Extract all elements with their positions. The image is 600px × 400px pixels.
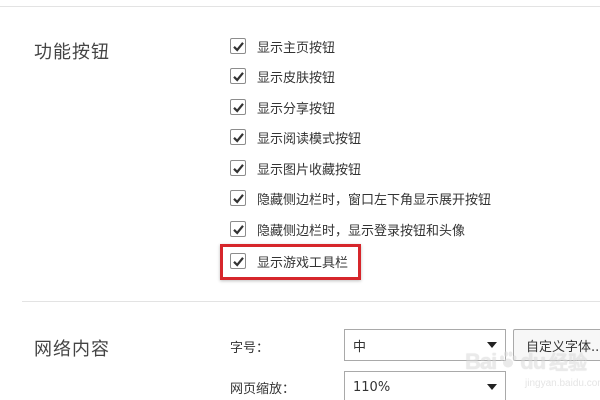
option-sidebar-expand-button[interactable]: 隐藏侧边栏时，窗口左下角显示展开按钮 (230, 187, 491, 209)
section-title-web-content: 网络内容 (34, 339, 110, 360)
watermark-text-left: Bai (465, 348, 497, 374)
watermark-text-cn: 经验 (549, 352, 588, 374)
top-divider (0, 0, 600, 7)
page-zoom-label: 网页缩放： (230, 382, 296, 397)
checkbox[interactable] (230, 160, 246, 176)
checkbox[interactable] (230, 68, 246, 84)
option-show-image-collect-button[interactable]: 显示图片收藏按钮 (230, 157, 361, 179)
check-icon (233, 164, 244, 174)
page-zoom-select[interactable]: 110% (344, 371, 506, 400)
check-icon (233, 72, 244, 82)
checkbox[interactable] (230, 99, 246, 115)
check-icon (233, 194, 244, 204)
dropdown-arrow-icon (487, 384, 497, 390)
option-label: 显示主页按钮 (257, 40, 336, 56)
check-icon (233, 103, 244, 113)
option-show-skin-button[interactable]: 显示皮肤按钮 (230, 65, 335, 87)
option-label: 显示皮肤按钮 (257, 70, 336, 86)
page-zoom-value: 110% (353, 379, 391, 395)
option-label: 隐藏侧边栏时，窗口左下角显示展开按钮 (257, 192, 492, 208)
option-label: 显示分享按钮 (257, 101, 336, 117)
option-sidebar-login-avatar[interactable]: 隐藏侧边栏时，显示登录按钮和头像 (230, 218, 465, 240)
section-divider (22, 301, 600, 302)
check-icon (233, 42, 244, 52)
check-icon (233, 133, 244, 143)
checkbox[interactable] (230, 38, 246, 54)
watermark-sub: jingyan.baidu.com (525, 378, 600, 389)
option-label: 隐藏侧边栏时，显示登录按钮和头像 (257, 223, 466, 239)
baidu-watermark: Bai du 经验 jingyan.baidu.com (465, 348, 600, 390)
font-size-value: 中 (353, 339, 367, 355)
option-label: 显示阅读模式按钮 (257, 131, 362, 147)
paw-icon (498, 350, 518, 374)
section-title-function-buttons: 功能按钮 (34, 42, 110, 63)
option-label: 显示图片收藏按钮 (257, 162, 362, 178)
check-icon (233, 225, 244, 235)
option-show-home-button[interactable]: 显示主页按钮 (230, 35, 335, 57)
checkbox[interactable] (230, 129, 246, 145)
checkbox[interactable] (230, 221, 246, 237)
font-size-label: 字号： (230, 341, 270, 356)
checkbox[interactable] (230, 190, 246, 206)
highlight-box (220, 244, 361, 280)
option-show-share-button[interactable]: 显示分享按钮 (230, 96, 335, 118)
option-show-reading-mode-button[interactable]: 显示阅读模式按钮 (230, 126, 361, 148)
watermark-text-right: du (520, 348, 546, 374)
